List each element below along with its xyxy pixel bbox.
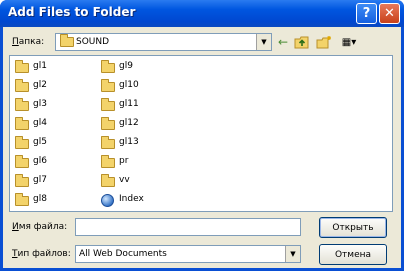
file-list-item[interactable]: pr xyxy=(99,155,179,169)
new-folder-button[interactable] xyxy=(316,33,332,51)
back-icon[interactable]: ← xyxy=(277,33,289,51)
views-menu-icon[interactable]: ▦▾ xyxy=(338,33,360,51)
look-in-label: Папка: xyxy=(12,37,45,47)
file-name: gl12 xyxy=(119,118,139,128)
file-name: Index xyxy=(119,194,144,204)
folder-icon xyxy=(15,60,29,73)
folder-icon xyxy=(101,174,115,187)
file-list-item[interactable]: gl7 xyxy=(13,174,93,188)
folder-icon xyxy=(15,193,29,206)
folder-icon xyxy=(15,79,29,92)
dialog-body: Папка: SOUND ▼ ← ▦▾ gl1 gl2 gl3 gl4 gl5 gl6 gl… xyxy=(3,27,401,268)
add-files-dialog: Add Files to Folder ? ✕ Папка: SOUND ▼ ←… xyxy=(0,0,404,271)
file-name: gl2 xyxy=(33,80,47,90)
close-icon: ✕ xyxy=(384,6,395,21)
folder-icon xyxy=(101,155,115,168)
web-document-icon xyxy=(101,194,114,207)
file-list-item[interactable]: gl13 xyxy=(99,136,179,150)
file-list-item[interactable]: gl5 xyxy=(13,136,93,150)
folder-icon xyxy=(101,98,115,111)
dropdown-arrow-icon[interactable]: ▼ xyxy=(285,246,300,262)
close-button[interactable]: ✕ xyxy=(379,3,400,24)
file-list-item[interactable]: gl12 xyxy=(99,117,179,131)
file-list-item[interactable]: Index xyxy=(99,193,179,207)
folder-icon xyxy=(60,34,74,47)
folder-icon xyxy=(15,117,29,130)
file-list-item[interactable]: gl1 xyxy=(13,60,93,74)
folder-icon xyxy=(101,79,115,92)
file-name: gl3 xyxy=(33,99,47,109)
look-in-value: SOUND xyxy=(76,37,110,47)
help-icon: ? xyxy=(362,6,371,21)
file-list[interactable]: gl1 gl2 gl3 gl4 gl5 gl6 gl7 gl8 gl9 gl10 gl11 gl12 g… xyxy=(9,55,393,212)
file-name: gl11 xyxy=(119,99,139,109)
folder-icon xyxy=(15,136,29,149)
look-in-combobox[interactable]: SOUND ▼ xyxy=(55,33,272,51)
file-list-item[interactable]: gl8 xyxy=(13,193,93,207)
file-name: gl1 xyxy=(33,61,47,71)
file-list-item[interactable]: gl3 xyxy=(13,98,93,112)
new-folder-icon xyxy=(316,36,331,49)
window-title: Add Files to Folder xyxy=(8,5,136,19)
open-button[interactable]: Открыть xyxy=(319,217,387,238)
up-one-level-button[interactable] xyxy=(294,33,310,51)
file-name: gl8 xyxy=(33,194,47,204)
folder-icon xyxy=(15,174,29,187)
folder-icon xyxy=(101,60,115,73)
file-name: pr xyxy=(119,156,129,166)
file-list-item[interactable]: gl9 xyxy=(99,60,179,74)
file-list-item[interactable]: gl2 xyxy=(13,79,93,93)
cancel-button[interactable]: Отмена xyxy=(319,244,387,265)
file-name: gl9 xyxy=(119,61,133,71)
file-name-label: Имя файла: xyxy=(12,222,68,232)
file-name: gl4 xyxy=(33,118,47,128)
file-name-input[interactable] xyxy=(75,218,301,236)
dropdown-arrow-icon[interactable]: ▼ xyxy=(256,34,271,50)
folder-icon xyxy=(15,155,29,168)
folder-icon xyxy=(101,136,115,149)
folder-icon xyxy=(15,98,29,111)
file-name: vv xyxy=(119,175,130,185)
file-list-item[interactable]: gl6 xyxy=(13,155,93,169)
help-button[interactable]: ? xyxy=(356,3,377,24)
file-type-value: All Web Documents xyxy=(79,249,167,259)
file-type-select[interactable]: All Web Documents ▼ xyxy=(75,245,301,263)
up-folder-icon xyxy=(294,36,309,49)
file-name: gl6 xyxy=(33,156,47,166)
file-list-item[interactable]: gl4 xyxy=(13,117,93,131)
file-name: gl7 xyxy=(33,175,47,185)
file-type-label: Тип файлов: xyxy=(12,249,71,259)
file-name: gl5 xyxy=(33,137,47,147)
file-list-item[interactable]: vv xyxy=(99,174,179,188)
file-list-item[interactable]: gl10 xyxy=(99,79,179,93)
file-name: gl13 xyxy=(119,137,139,147)
file-name: gl10 xyxy=(119,80,139,90)
folder-icon xyxy=(101,117,115,130)
file-list-item[interactable]: gl11 xyxy=(99,98,179,112)
title-bar[interactable]: Add Files to Folder ? ✕ xyxy=(0,0,404,27)
